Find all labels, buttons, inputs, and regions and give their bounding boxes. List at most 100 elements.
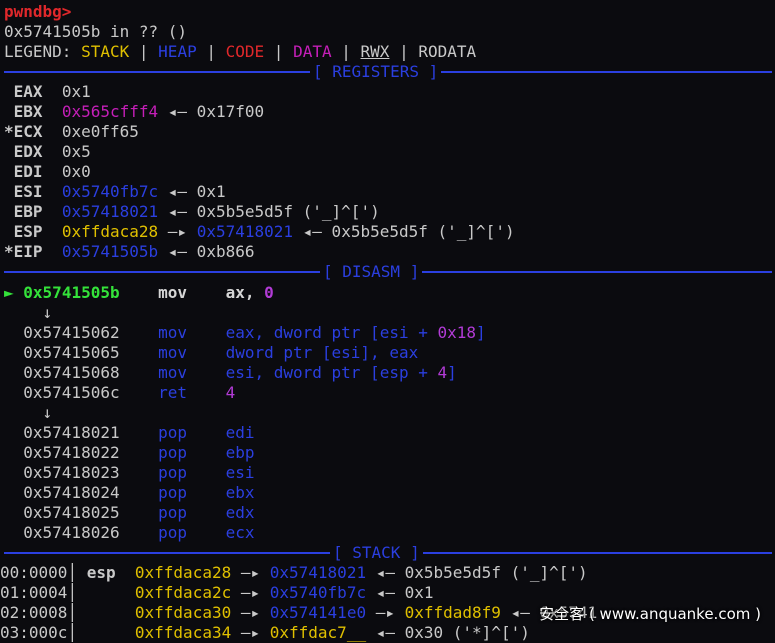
register-deref: ◂— 0xb866 [167,242,255,261]
disasm-operand: dword ptr [esi], eax [225,343,419,362]
disasm-address: 0x57418026 [23,523,120,542]
legend-rwx: RWX [360,42,390,61]
disasm-current-row[interactable]: ► 0x5741505b mov ax, 0 [4,283,274,303]
register-name: EBX [13,102,43,121]
disasm-mnemonic: mov [158,343,188,362]
legend-separator: | [138,42,149,61]
legend-separator: | [206,42,216,61]
disasm-row[interactable]: 0x57418026 pop ecx [4,523,254,543]
disasm-operand: esi [225,463,255,482]
stack-row[interactable]: 02:0008│ 0xffdaca30 —▸ 0x574141e0 —▸ 0xf… [0,603,597,623]
disasm-address: 0x57418022 [23,443,120,462]
register-row-edx[interactable]: EDX 0x5 [4,142,91,162]
disasm-row[interactable]: 0x57418022 pop ebp [4,443,254,463]
register-deref: ◂— 0x17f00 [167,102,265,121]
register-row-eax[interactable]: EAX 0x1 [4,82,91,102]
disasm-mnemonic: pop [158,443,188,462]
stack-pointer: 0x5740fb7c [269,583,367,602]
disasm-operand: ebp [225,443,255,462]
stack-pointer: 0x574141e0 [269,603,367,622]
register-deref: ◂— 0x1 [167,182,226,201]
disasm-address: 0x57418025 [23,503,120,522]
current-instruction-marker-icon: ► [4,283,14,302]
register-row-ebp[interactable]: EBP 0x57418021 ◂— 0x5b5e5d5f ('_]^[') [4,202,380,222]
legend-data: DATA [293,42,332,61]
deref-arrow: —▸ [231,603,270,622]
disasm-address: 0x5741506c [23,383,120,402]
registers-separator: [ REGISTERS ] [4,62,772,82]
disasm-separator: [ DISASM ] [4,262,772,282]
register-row-esp[interactable]: ESP 0xffdaca28 —▸ 0x57418021 ◂— 0x5b5e5d… [4,222,515,242]
register-value: 0x5 [61,142,91,161]
disasm-immediate: 4 [437,363,448,382]
stack-pointer: 0xffdac7__ [269,623,367,642]
register-row-edi[interactable]: EDI 0x0 [4,162,91,182]
register-value: 0x5740fb7c [61,182,159,201]
flow-arrow-row: ↓ [4,303,53,323]
register-value: 0x0 [61,162,91,181]
legend-stack: STACK [81,42,130,61]
disasm-row[interactable]: 0x57418023 pop esi [4,463,254,483]
disasm-mnemonic: mov [158,323,188,342]
disasm-operand: ] [476,323,486,342]
register-name: EDX [13,142,43,161]
register-value: 0x57418021 [61,202,159,221]
disasm-immediate: 4 [225,383,236,402]
register-row-eip[interactable]: *EIP 0x5741505b ◂— 0xb866 [4,242,254,262]
disasm-operand: eax, dword ptr [esi + [225,323,438,342]
disasm-row[interactable]: 0x5741506c ret 4 [4,383,235,403]
disasm-operand: esi, dword ptr [esp + [225,363,438,382]
disasm-row[interactable]: 0x57418021 pop edi [4,423,254,443]
register-changed-mark [4,202,14,221]
site-watermark: 安全客 ( www.anquanke.com ) [539,605,761,623]
disasm-row[interactable]: 0x57418024 pop ebx [4,483,254,503]
legend-separator: | [273,42,284,61]
legend-line: LEGEND: STACK | HEAP | CODE | DATA | RWX… [4,42,476,62]
deref-arrow: —▸ [366,603,405,622]
register-row-ebx[interactable]: EBX 0x565cfff4 ◂— 0x17f00 [4,102,264,122]
register-name: EAX [13,82,43,101]
stack-divider: │ [67,563,78,582]
register-changed-mark: * [4,242,14,261]
register-changed-mark [4,162,14,181]
flow-arrow-row: ↓ [4,403,53,423]
disasm-mnemonic: mov [158,363,188,382]
register-row-esi[interactable]: ESI 0x5740fb7c ◂— 0x1 [4,182,226,202]
register-changed-mark: * [4,122,14,141]
disasm-row[interactable]: 0x57415068 mov esi, dword ptr [esp + 4] [4,363,457,383]
register-changed-mark [4,82,14,101]
stack-deref: ◂— 0x30 ('*]^[') [375,623,530,642]
stack-pointer: 0xffdad8f9 [404,603,501,622]
stack-index: 03:000c [0,623,68,642]
stack-register: esp [86,563,116,582]
disasm-operand: ] [447,363,457,382]
stack-separator: [ STACK ] [4,543,772,563]
stack-deref: ◂— 0x5b5e5d5f ('_]^[') [375,563,588,582]
disasm-immediate: 0x18 [437,323,477,342]
stack-pointer: 0x57418021 [269,563,367,582]
stack-row[interactable]: 01:0004│ 0xffdaca2c —▸ 0x5740fb7c ◂— 0x1 [0,583,434,603]
disasm-row[interactable]: 0x57418025 pop edx [4,503,254,523]
registers-title: [ REGISTERS ] [310,62,442,82]
register-name: ESP [13,222,43,241]
disasm-row[interactable]: 0x57415065 mov dword ptr [esi], eax [4,343,418,363]
stack-address: 0xffdaca2c [134,583,232,602]
deref-arrow: —▸ [231,623,270,642]
disasm-mnemonic: pop [158,463,188,482]
flow-down-arrow-icon: ↓ [42,303,53,322]
register-row-ecx[interactable]: *ECX 0xe0ff65 [4,122,139,142]
stack-index: 00:0000 [0,563,68,582]
stack-address: 0xffdaca34 [134,623,232,642]
stack-divider: │ [67,603,78,622]
legend-label: LEGEND: [4,42,72,61]
terminal[interactable]: pwndbg> 0x5741505b in ?? () LEGEND: STAC… [0,0,775,642]
stack-row[interactable]: 00:0000│ esp 0xffdaca28 —▸ 0x57418021 ◂—… [0,563,588,583]
disasm-address: 0x57418021 [23,423,120,442]
disasm-mnemonic: ret [158,383,188,402]
legend-heap: HEAP [158,42,197,61]
disasm-title: [ DISASM ] [320,262,423,282]
disasm-address: 0x57415068 [23,363,120,382]
stack-index: 02:0008 [0,603,68,622]
disasm-row[interactable]: 0x57415062 mov eax, dword ptr [esi + 0x1… [4,323,486,343]
stack-row[interactable]: 03:000c│ 0xffdaca34 —▸ 0xffdac7__ ◂— 0x3… [0,623,530,643]
